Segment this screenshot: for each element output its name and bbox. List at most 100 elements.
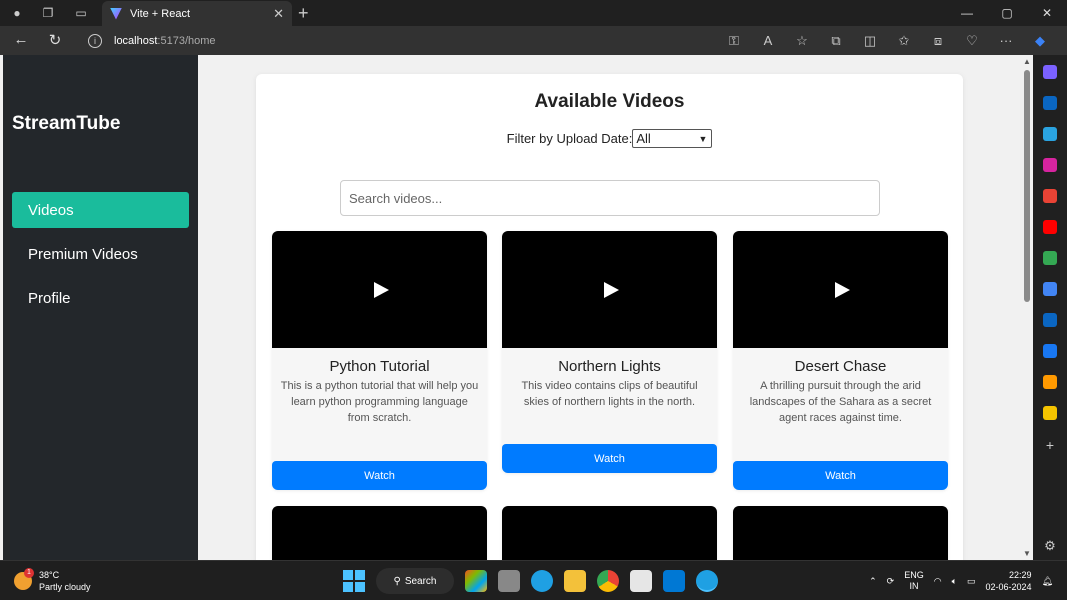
workspaces-icon[interactable]: ❐ [40,5,56,21]
clock-time: 22:29 [1009,570,1032,580]
amazon-icon[interactable] [1043,375,1057,389]
filter-row: Filter by Upload Date: All ▼ [256,129,963,148]
key-icon[interactable]: ⚿ [717,33,751,49]
sidebar-item-videos[interactable]: Videos [12,192,189,228]
add-app-icon[interactable]: + [1033,437,1067,453]
scroll-down-icon[interactable]: ▼ [1023,549,1031,558]
file-explorer-icon[interactable] [564,570,586,592]
more-menu-icon[interactable]: ··· [989,33,1023,48]
browser-tab-bar: ● ❐ ▭ Vite + React ✕ + — ▢ ✕ [0,0,1067,26]
clock[interactable]: 22:29 02-06-2024 [986,569,1032,593]
taskbar-apps: ⚲ Search [343,568,718,594]
refresh-icon[interactable]: ↻ [40,31,70,49]
instagram-icon[interactable] [1043,158,1057,172]
video-card: Python Tutorial This is a python tutoria… [272,231,487,490]
system-tray: ⌃ ⟳ ENG IN ◠ 🔈︎ ▭ 22:29 02-06-2024 🔔︎ [869,569,1053,593]
minimize-button[interactable]: — [947,0,987,26]
taskbar-search-button[interactable]: ⚲ Search [376,568,454,594]
favorite-star-icon[interactable]: ☆ [785,33,819,49]
video-description: This video contains clips of beautiful s… [521,380,698,408]
tab-close-button[interactable]: ✕ [273,6,284,22]
wifi-icon[interactable]: ◠ [934,576,942,587]
language-indicator[interactable]: ENG IN [904,570,924,592]
sidebar-item-premium-videos[interactable]: Premium Videos [12,236,189,272]
brand-logo[interactable]: StreamTube [12,113,120,135]
maximize-button[interactable]: ▢ [987,0,1027,26]
edge-sidebar: + ⚙ [1033,55,1067,560]
task-view-icon[interactable] [498,570,520,592]
read-aloud-icon[interactable]: A [751,33,785,48]
upload-date-select[interactable]: All ▼ [632,129,713,148]
chrome-icon[interactable] [597,570,619,592]
scrollbar-thumb[interactable] [1024,70,1030,302]
youtube-icon[interactable] [1043,220,1057,234]
vscode-icon[interactable] [663,570,685,592]
back-icon[interactable]: ← [6,31,36,48]
volume-icon[interactable]: 🔈︎ [952,576,957,587]
sidebar-item-profile[interactable]: Profile [12,280,189,316]
edge-icon[interactable] [531,570,553,592]
video-thumbnail[interactable] [272,506,487,560]
notes-icon[interactable] [1043,406,1057,420]
tab-actions-icon[interactable]: ▭ [73,5,89,21]
sidebar-settings-icon[interactable]: ⚙ [1033,538,1067,554]
site-info-icon[interactable]: i [88,33,102,48]
address-bar: ← ↻ i localhost:5173/home ⚿ A ☆ ⧉ ◫ ✩ ⧈ … [0,26,1067,55]
gmail-icon[interactable] [1043,189,1057,203]
video-title: Northern Lights [558,358,661,375]
profile-icon[interactable]: ● [9,5,25,21]
close-window-button[interactable]: ✕ [1027,0,1067,26]
lang-bottom: IN [909,581,919,591]
video-title: Python Tutorial [329,358,430,375]
google-icon[interactable] [1043,251,1057,265]
performance-icon[interactable]: ♡ [955,33,989,49]
url-field[interactable]: i localhost:5173/home [88,29,678,52]
weather-icon: 1 [14,568,34,590]
collections-icon[interactable]: ⧈ [921,33,955,49]
new-tab-button[interactable]: + [298,3,309,24]
app-sidebar: StreamTube Videos Premium Videos Profile [3,55,198,560]
play-icon [604,281,619,298]
store-icon[interactable] [630,570,652,592]
search-input[interactable] [340,180,880,216]
filter-label: Filter by Upload Date: [506,131,633,146]
vite-logo-icon [110,7,122,20]
browser-tab[interactable]: Vite + React ✕ [102,1,292,26]
play-icon [835,281,850,298]
chevron-up-icon[interactable]: ⌃ [869,576,877,587]
notification-bell-icon[interactable]: 🔔︎ [1042,576,1053,587]
page-scrollbar[interactable]: ▲ ▼ [1021,55,1033,560]
video-thumbnail[interactable] [272,231,487,348]
video-thumbnail[interactable] [733,506,948,560]
start-icon[interactable] [343,570,365,592]
video-card [272,506,487,560]
telegram-icon[interactable] [1043,127,1057,141]
weather-widget[interactable]: 1 38°C Partly cloudy [14,568,91,593]
video-card [502,506,717,560]
battery-icon[interactable]: ▭ [967,576,976,587]
search-icon: ⚲ [393,575,401,587]
filter-selected-value: All [636,131,651,146]
video-description: This is a python tutorial that will help… [280,380,479,424]
google-alt-icon[interactable] [1043,282,1057,296]
watch-button[interactable]: Watch [502,444,717,473]
edge-active-icon[interactable] [696,570,718,592]
copilot-icon[interactable]: ◆ [1023,33,1057,49]
watch-button[interactable]: Watch [272,461,487,490]
video-thumbnail[interactable] [502,231,717,348]
sync-icon[interactable]: ⟳ [887,576,895,587]
favorites-icon[interactable]: ✩ [887,33,921,49]
facebook-icon[interactable] [1043,344,1057,358]
split-screen-icon[interactable]: ◫ [853,33,887,49]
linkedin-icon[interactable] [1043,313,1057,327]
video-thumbnail[interactable] [733,231,948,348]
outlook-icon[interactable] [1043,96,1057,110]
search-app-icon[interactable] [1043,65,1057,79]
copilot-app-icon[interactable] [465,570,487,592]
extensions-icon[interactable]: ⧉ [819,33,853,49]
video-thumbnail[interactable] [502,506,717,560]
videos-panel: Available Videos Filter by Upload Date: … [256,74,963,560]
scroll-up-icon[interactable]: ▲ [1023,57,1031,66]
watch-button[interactable]: Watch [733,461,948,490]
video-card [733,506,948,560]
